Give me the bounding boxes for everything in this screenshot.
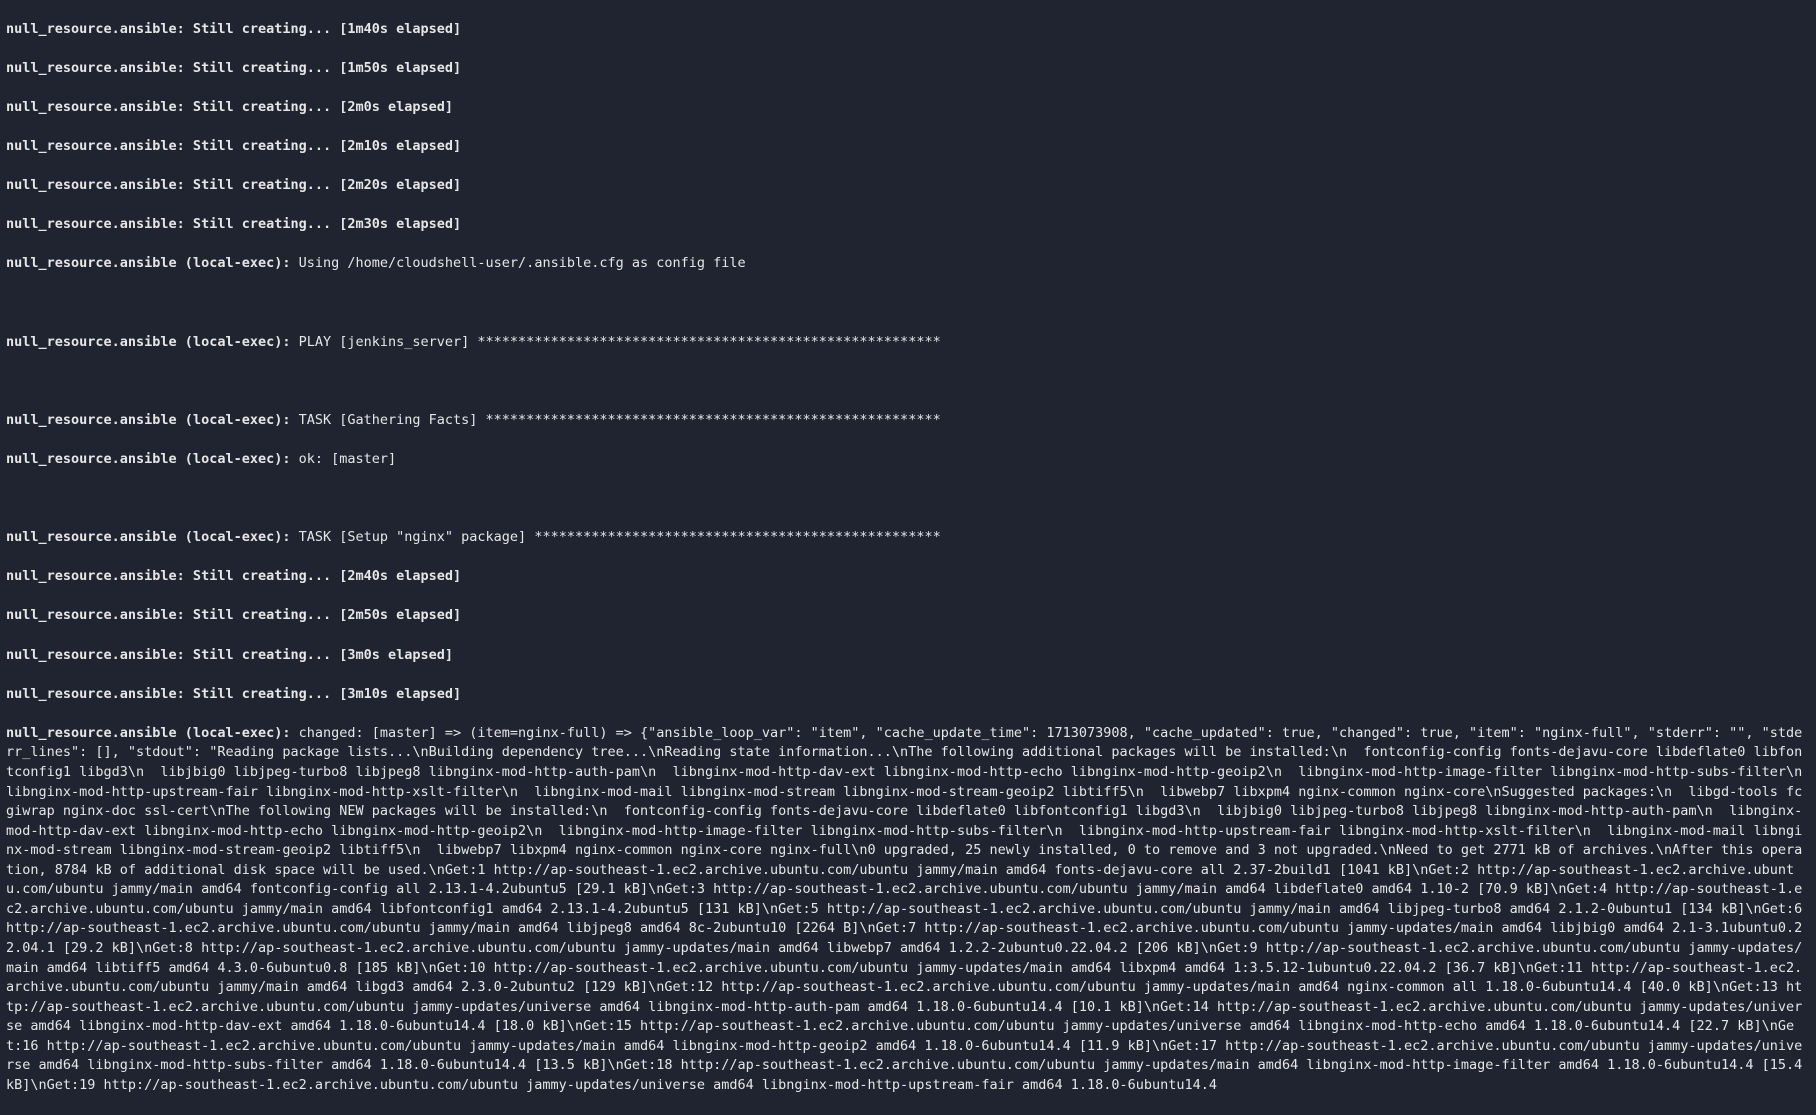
log-line: null_resource.ansible: Still creating...… <box>6 685 1810 705</box>
log-line: null_resource.ansible (local-exec): ok: … <box>6 450 1810 470</box>
log-text: Using /home/cloudshell-user/.ansible.cfg… <box>290 255 745 271</box>
log-line: null_resource.ansible: Still creating...… <box>6 606 1810 626</box>
log-prefix: null_resource.ansible (local-exec): <box>6 334 290 350</box>
log-text: PLAY [jenkins_server] ******************… <box>290 334 940 350</box>
log-text: ok: [master] <box>290 451 396 467</box>
log-line: null_resource.ansible: Still creating...… <box>6 646 1810 666</box>
log-line: null_resource.ansible (local-exec): TASK… <box>6 528 1810 548</box>
log-prefix: null_resource.ansible (local-exec): <box>6 255 290 271</box>
log-prefix: null_resource.ansible (local-exec): <box>6 451 290 467</box>
log-line: null_resource.ansible: Still creating...… <box>6 137 1810 157</box>
log-line: null_resource.ansible (local-exec): chan… <box>6 724 1810 1096</box>
log-line: null_resource.ansible (local-exec): TASK… <box>6 411 1810 431</box>
log-line: null_resource.ansible: Still creating...… <box>6 215 1810 235</box>
blank-line <box>6 372 1810 392</box>
log-line: null_resource.ansible: Still creating...… <box>6 20 1810 40</box>
log-line: null_resource.ansible (local-exec): Usin… <box>6 254 1810 274</box>
terminal-output: null_resource.ansible: Still creating...… <box>0 0 1816 1115</box>
log-text: changed: [master] => (item=nginx-full) =… <box>6 725 1816 1093</box>
log-line: null_resource.ansible (local-exec): PLAY… <box>6 333 1810 353</box>
blank-line <box>6 489 1810 509</box>
log-line: null_resource.ansible: Still creating...… <box>6 176 1810 196</box>
log-line: null_resource.ansible: Still creating...… <box>6 567 1810 587</box>
blank-line <box>6 293 1810 313</box>
log-prefix: null_resource.ansible (local-exec): <box>6 725 290 741</box>
log-text: TASK [Gathering Facts] *****************… <box>290 412 940 428</box>
log-line: null_resource.ansible: Still creating...… <box>6 59 1810 79</box>
log-line: null_resource.ansible: Still creating...… <box>6 98 1810 118</box>
log-text: TASK [Setup "nginx" package] ***********… <box>290 529 940 545</box>
log-prefix: null_resource.ansible (local-exec): <box>6 412 290 428</box>
log-prefix: null_resource.ansible (local-exec): <box>6 529 290 545</box>
